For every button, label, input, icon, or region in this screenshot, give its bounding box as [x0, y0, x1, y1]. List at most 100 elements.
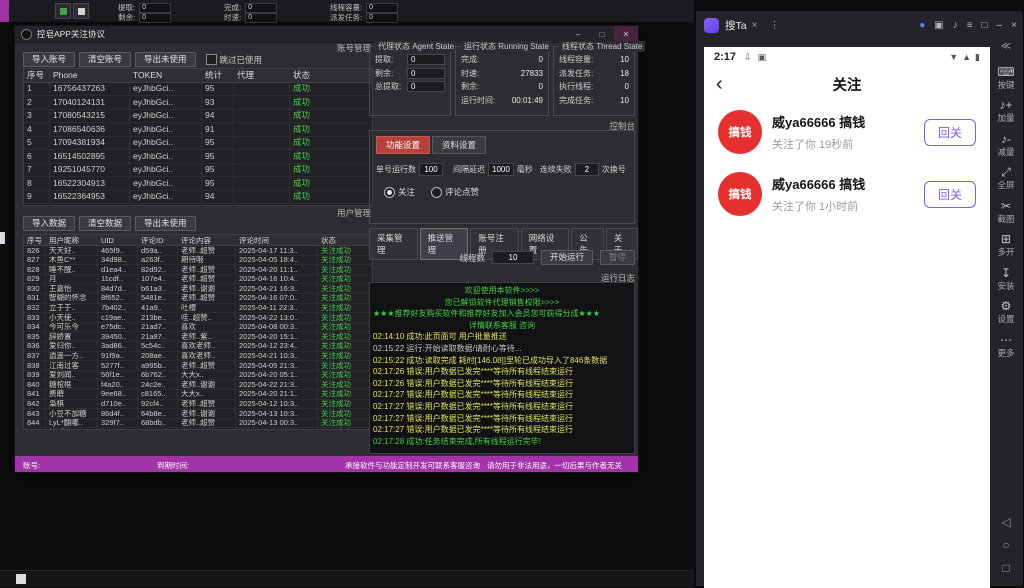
sidebar-tool[interactable]: ♪+ 加量: [997, 99, 1014, 124]
user-row[interactable]: 828 睡不醒.. d1ea4.. 82d92.. 老师..超赞 2025-04…: [24, 265, 372, 275]
taskbar-icon[interactable]: [73, 3, 89, 19]
user-row[interactable]: 834 今可乐今 e75dc.. 21ad7.. 喜欢 2025-04-08 0…: [24, 323, 372, 333]
column-header[interactable]: 评论ID: [138, 235, 178, 245]
collapse-icon[interactable]: ≪: [1001, 41, 1011, 57]
user-row[interactable]: 831 智糊的怀念 8f652.. 5481e.. 老师..超赞 2025-04…: [24, 294, 372, 304]
thread-count-input[interactable]: 10: [492, 251, 534, 264]
user-row[interactable]: 842 枭棋 d710e.. 92cf4.. 老师..超赞 2025-04-12…: [24, 400, 372, 410]
account-row[interactable]: 3 17080543215 eyJhbGci.. 94 成功: [24, 110, 372, 124]
titlebar-tool-icon[interactable]: ▣: [934, 20, 943, 31]
user-row[interactable]: 844 LyL*翻哪.. 329f7.. 68bdb.. 老师..超赞 2025…: [24, 419, 372, 429]
user-row[interactable]: 827 木鱼C** 34d98.. a263f.. 期待哦 2025-04-05…: [24, 256, 372, 266]
user-row[interactable]: 830 王嘉怡 84d7d.. b61a3.. 老师..谢谢 2025-04-2…: [24, 284, 372, 294]
kebab-menu-icon[interactable]: ⋮: [769, 20, 779, 31]
android-nav-button[interactable]: ◁: [1001, 516, 1010, 528]
column-header[interactable]: 用户昵称: [46, 235, 98, 245]
user-row[interactable]: 837 逍遥一方.. 91f9a.. 208ae.. 喜欢老师.. 2025-0…: [24, 352, 372, 362]
sidebar-tool[interactable]: ⚙ 设置: [997, 300, 1014, 325]
sidebar-tool[interactable]: ⌨ 按键: [997, 66, 1014, 91]
android-nav-button[interactable]: □: [1002, 562, 1009, 574]
user-row[interactable]: 835 辞娇置 39450.. 21a87.. 老师..紫.. 2025-04-…: [24, 332, 372, 342]
column-header[interactable]: 统计: [202, 69, 234, 82]
titlebar-tool-icon[interactable]: ≡: [967, 20, 973, 31]
follower-item[interactable]: 搞钱 威ya66666 搞钱 关注了你 19秒前 回关: [704, 101, 990, 163]
titlebar-tool-icon[interactable]: –: [997, 20, 1003, 31]
user-row[interactable]: 838 江南过客 5277f.. a995b.. 老师..超赞 2025-04-…: [24, 361, 372, 371]
account-action-button[interactable]: 导入账号: [23, 52, 75, 67]
emulator-titlebar[interactable]: 搜Ta × ⋮ ●▣♪≡□–×: [696, 11, 1023, 39]
titlebar-tool-icon[interactable]: □: [982, 20, 988, 31]
emulator-tab[interactable]: 搜Ta: [725, 18, 747, 33]
account-row[interactable]: 5 17094381934 eyJhbGci.. 95 成功: [24, 137, 372, 151]
close-button[interactable]: ✕: [614, 26, 638, 42]
user-row[interactable]: 832 立于于.. 7b402.. 41a9.. 吐槽 2025-04-11 2…: [24, 304, 372, 314]
avatar[interactable]: 搞钱: [718, 172, 762, 216]
sidebar-tool[interactable]: ♪- 减量: [997, 133, 1014, 158]
run-log[interactable]: 欢迎使用本软件>>>>您已解锁软件代理销售权限>>>>★★★推荐好友购买软件和推…: [369, 282, 635, 454]
overlay-icon[interactable]: ⇩: [744, 52, 752, 63]
account-action-button[interactable]: 导出未使用: [135, 52, 196, 67]
account-row[interactable]: 8 16522304913 eyJhbGci.. 95 成功: [24, 177, 372, 191]
column-header[interactable]: 评论时间: [236, 235, 318, 245]
tab-close-icon[interactable]: ×: [752, 20, 758, 31]
setting-input[interactable]: 100: [419, 163, 443, 176]
column-header[interactable]: TOKEN: [130, 69, 202, 82]
radio-option[interactable]: 关注: [384, 186, 415, 198]
minimize-button[interactable]: –: [566, 26, 590, 42]
user-action-button[interactable]: 导入数据: [23, 216, 75, 231]
sidebar-tool[interactable]: ↧ 安装: [997, 267, 1014, 292]
account-row[interactable]: 7 19251045770 eyJhbGci.. 95 成功: [24, 164, 372, 178]
column-header[interactable]: UID: [98, 235, 138, 245]
user-row[interactable]: 839 爱刘闻.. 56f1e.. 6b762.. 大大x.. 2025-04-…: [24, 371, 372, 381]
back-button[interactable]: ‹: [716, 74, 723, 94]
pause-button[interactable]: 暂停: [600, 250, 635, 265]
account-table[interactable]: 序号PhoneTOKEN统计代理状态 1 16756437263 eyJhbGc…: [23, 68, 373, 206]
account-row[interactable]: 1 16756437263 eyJhbGci.. 95 成功: [24, 83, 372, 97]
follower-item[interactable]: 搞钱 威ya66666 搞钱 关注了你 1小时前 回关: [704, 163, 990, 225]
user-row[interactable]: 826 天天好.. 465f9.. d59a.. 老师..超赞 2025-04-…: [24, 246, 372, 256]
user-table[interactable]: 序号用户昵称UID评论ID评论内容评论时间状态 826 天天好.. 465f9.…: [23, 234, 373, 430]
radio-option[interactable]: 评论点赞: [431, 186, 479, 198]
taskbar-app-icon[interactable]: [16, 574, 26, 584]
settings-tab[interactable]: 资料设置: [432, 136, 486, 154]
account-row[interactable]: 4 17086540636 eyJhbGci.. 91 成功: [24, 123, 372, 137]
column-header[interactable]: 状态: [318, 235, 370, 245]
sidebar-tool[interactable]: ⋯ 更多: [997, 334, 1014, 359]
overlay-icon[interactable]: ▣: [758, 52, 767, 63]
follow-back-button[interactable]: 回关: [924, 181, 976, 208]
column-header[interactable]: 评论内容: [178, 235, 236, 245]
column-header[interactable]: Phone: [50, 69, 130, 82]
column-header[interactable]: 序号: [24, 235, 46, 245]
account-row[interactable]: 6 16514502895 eyJhbGci.. 95 成功: [24, 150, 372, 164]
user-row[interactable]: 829 月 11cdf.. 107e4.. 老师..超赞 2025-04-16 …: [24, 275, 372, 285]
titlebar-tool-icon[interactable]: ●: [919, 20, 925, 31]
start-button[interactable]: 开始运行: [541, 250, 593, 265]
user-row[interactable]: 841 费磨 9ee68.. c8165.. 大大x.. 2025-04-20 …: [24, 390, 372, 400]
android-nav-button[interactable]: ○: [1002, 539, 1009, 551]
skip-used-checkbox[interactable]: [206, 54, 217, 65]
settings-tab[interactable]: 功能设置: [376, 136, 430, 154]
user-action-button[interactable]: 清空数据: [79, 216, 131, 231]
setting-input[interactable]: 1000: [488, 163, 514, 176]
account-row[interactable]: 2 17040124131 eyJhbGci.. 93 成功: [24, 96, 372, 110]
maximize-button[interactable]: □: [590, 26, 614, 42]
user-row[interactable]: 836 爱归你.. 3ad86.. 5c54c.. 喜欢老师.. 2025-04…: [24, 342, 372, 352]
user-row[interactable]: 833 小天使.. c19ae.. 213be.. 哇..超赞.. 2025-0…: [24, 313, 372, 323]
sidebar-tool[interactable]: ⤢ 全屏: [997, 166, 1014, 191]
setting-input[interactable]: 2: [575, 163, 599, 176]
user-row[interactable]: 840 糖棺框 f4a20.. 24c2e.. 老师..谢谢 2025-04-2…: [24, 380, 372, 390]
user-row[interactable]: 845 比瑶达 a89fe.. eb48.. 老师..超赞 2025-04-13…: [24, 428, 372, 430]
follow-back-button[interactable]: 回关: [924, 119, 976, 146]
column-header[interactable]: 代理: [234, 69, 290, 82]
account-row[interactable]: 9 16522364953 eyJhbGci.. 94 成功: [24, 191, 372, 205]
user-action-button[interactable]: 导出未使用: [135, 216, 196, 231]
avatar[interactable]: 搞钱: [718, 110, 762, 154]
column-header[interactable]: 状态: [290, 69, 370, 82]
account-action-button[interactable]: 清空账号: [79, 52, 131, 67]
taskbar-icon[interactable]: [55, 3, 71, 19]
user-row[interactable]: 843 小豆不加糖 86d4f.. 64b8e.. 老师..谢谢 2025-04…: [24, 409, 372, 419]
sidebar-tool[interactable]: ⊞ 多开: [997, 233, 1014, 258]
taskbar[interactable]: [0, 570, 694, 587]
titlebar-tool-icon[interactable]: ♪: [953, 20, 958, 31]
column-header[interactable]: 序号: [24, 69, 50, 82]
